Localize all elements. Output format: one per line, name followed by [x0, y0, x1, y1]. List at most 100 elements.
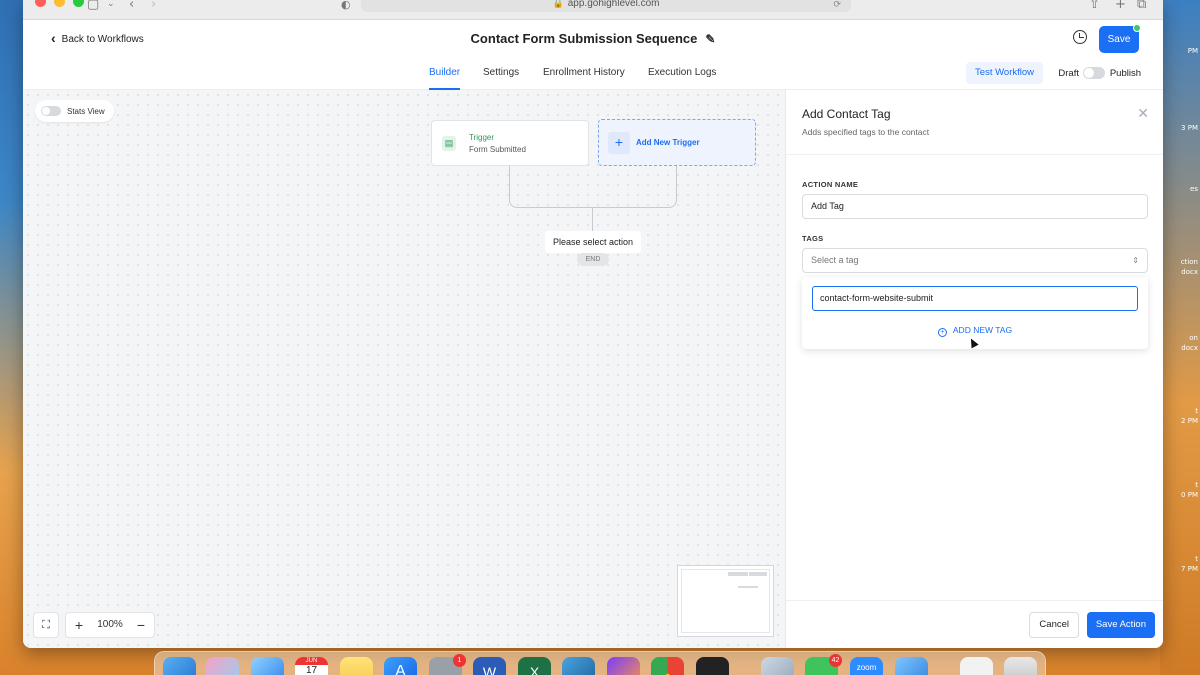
history-icon[interactable] — [1073, 30, 1087, 44]
minimize-window-button[interactable] — [54, 0, 65, 7]
cancel-button[interactable]: Cancel — [1029, 612, 1079, 638]
trigger-title: Trigger — [469, 133, 495, 142]
fit-screen-icon[interactable]: ⛶ — [33, 612, 59, 638]
window-controls — [35, 0, 84, 7]
share-icon[interactable]: ⇧ — [1089, 0, 1100, 12]
minimap[interactable] — [677, 565, 774, 637]
browser-window: ▢ ⌄ ‹ › ◐ 🔒 app.gohighlevel.com ⟳ ⇧ + ⧉ ‹… — [23, 0, 1163, 648]
fullscreen-window-button[interactable] — [73, 0, 84, 7]
excel-icon[interactable]: X — [518, 657, 551, 675]
trigger-subtitle: Form Submitted — [469, 145, 526, 154]
new-tab-icon[interactable]: + — [1115, 0, 1126, 12]
minimap-node — [738, 586, 758, 588]
divider — [786, 154, 1163, 155]
app-icon[interactable] — [895, 657, 928, 675]
workflow-canvas[interactable]: Stats View ▤ Trigger Form Submitted + Ad… — [23, 90, 785, 648]
back-arrow-icon[interactable]: ‹ — [129, 0, 134, 12]
chevron-down-icon[interactable]: ⌄ — [107, 0, 115, 9]
desktop-label: ction — [1180, 258, 1198, 266]
launchpad-icon[interactable] — [206, 657, 239, 675]
zoom-out-button[interactable]: − — [128, 613, 154, 637]
publish-toggle[interactable] — [1083, 67, 1105, 79]
app-icon[interactable] — [607, 657, 640, 675]
url-text: app.gohighlevel.com — [567, 0, 660, 9]
desktop-label: docx — [1181, 344, 1198, 352]
tags-placeholder: Select a tag — [811, 255, 859, 265]
tags-select[interactable]: Select a tag ⇕ — [802, 248, 1148, 273]
tags-label: TAGS — [802, 234, 824, 243]
desktop-label: 3 PM — [1181, 124, 1198, 132]
shield-icon[interactable]: ◐ — [341, 0, 351, 11]
tab-settings[interactable]: Settings — [483, 67, 519, 90]
pencil-icon[interactable]: ✎ — [705, 32, 715, 46]
desktop-label: es — [1190, 185, 1198, 193]
app-header: ‹ Back to Workflows Contact Form Submiss… — [23, 20, 1163, 58]
app-store-icon[interactable]: A — [384, 657, 417, 675]
add-new-tag-button[interactable]: + ADD NEW TAG — [802, 325, 1148, 337]
stats-toggle-switch[interactable] — [41, 106, 61, 116]
safari-icon[interactable] — [251, 657, 284, 675]
browser-titlebar: ▢ ⌄ ‹ › ◐ 🔒 app.gohighlevel.com ⟳ ⇧ + ⧉ — [23, 0, 1163, 20]
plus-circle-icon: + — [937, 328, 947, 337]
word-icon[interactable]: W — [473, 657, 506, 675]
connector-line — [592, 208, 593, 231]
app-icon[interactable] — [562, 657, 595, 675]
select-action-node[interactable]: Please select action — [545, 231, 641, 253]
action-name-label: ACTION NAME — [802, 180, 859, 189]
desktop-label: docx — [1181, 268, 1198, 276]
end-node: END — [577, 253, 609, 266]
finder-icon[interactable] — [163, 657, 196, 675]
macos-dock: JUN 17 A 1 W X 42 zoom — [154, 651, 1046, 675]
notes-icon[interactable] — [340, 657, 373, 675]
action-name-input[interactable]: Add Tag — [802, 194, 1148, 219]
close-window-button[interactable] — [35, 0, 46, 7]
minimap-node — [749, 572, 767, 576]
desktop-sidebar: PM 3 PM es ction docx on docx t 2 PM t 0… — [1160, 0, 1200, 675]
terminal-icon[interactable] — [696, 657, 729, 675]
calendar-month: JUN — [295, 657, 328, 665]
zoom-in-button[interactable]: + — [66, 613, 92, 637]
calendar-icon[interactable]: JUN 17 — [295, 657, 328, 675]
status-dot — [1133, 24, 1141, 32]
zoom-box: + 100% − — [65, 612, 155, 638]
add-new-tag-label: ADD NEW TAG — [952, 325, 1013, 335]
panel-footer: Cancel Save Action — [786, 600, 1163, 648]
zoom-app-icon[interactable]: zoom — [850, 657, 883, 675]
desktop-label: t — [1195, 481, 1198, 489]
connector-line — [509, 166, 593, 208]
plus-icon: + — [608, 132, 630, 154]
connector-line — [593, 166, 677, 208]
tab-bar: Builder Settings Enrollment History Exec… — [23, 58, 1163, 90]
stats-view-label: Stats View — [67, 106, 105, 116]
tab-execution-logs[interactable]: Execution Logs — [648, 67, 716, 90]
trash-icon[interactable] — [1004, 657, 1037, 675]
mouse-cursor-icon — [967, 336, 979, 349]
notification-badge: 1 — [453, 654, 466, 667]
trigger-card[interactable]: ▤ Trigger Form Submitted — [431, 120, 589, 166]
save-action-button[interactable]: Save Action — [1086, 612, 1155, 638]
workflow-title-text: Contact Form Submission Sequence — [470, 31, 698, 46]
desktop-label: 0 PM — [1181, 491, 1198, 499]
chrome-icon[interactable] — [651, 657, 684, 675]
add-new-trigger-button[interactable]: + Add New Trigger — [598, 119, 756, 166]
tab-builder[interactable]: Builder — [429, 67, 461, 90]
app-icon[interactable] — [761, 657, 794, 675]
publish-label: Publish — [1109, 68, 1141, 79]
desktop-label: PM — [1187, 47, 1198, 55]
test-workflow-button[interactable]: Test Workflow — [966, 62, 1043, 84]
desktop-label: t — [1195, 555, 1198, 563]
stats-view-toggle[interactable]: Stats View — [35, 100, 114, 122]
close-icon[interactable]: ✕ — [1137, 105, 1149, 122]
forward-arrow-icon[interactable]: › — [151, 0, 156, 12]
tabs-overview-icon[interactable]: ⧉ — [1137, 0, 1146, 12]
address-bar[interactable]: 🔒 app.gohighlevel.com ⟳ — [361, 0, 851, 12]
zoom-controls: ⛶ + 100% − — [33, 612, 155, 638]
document-icon[interactable] — [960, 657, 993, 675]
tab-enrollment-history[interactable]: Enrollment History — [543, 67, 625, 90]
minimap-node — [728, 572, 748, 576]
new-tag-input[interactable]: contact-form-website-submit — [812, 286, 1138, 311]
desktop-label: 7 PM — [1181, 565, 1198, 573]
reload-icon[interactable]: ⟳ — [833, 0, 841, 13]
sidebar-toggle-icon[interactable]: ▢ — [87, 0, 99, 12]
desktop-label: 2 PM — [1181, 417, 1198, 425]
